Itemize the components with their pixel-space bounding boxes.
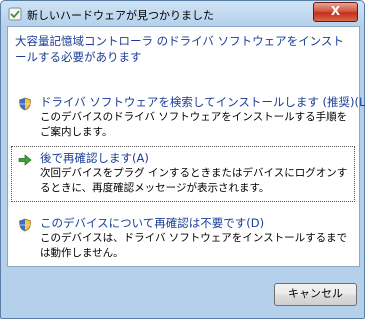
close-button[interactable]: X — [313, 2, 358, 22]
option-search-install-description: このデバイスのドライバ ソフトウェアをインストールする手順をご案内します。 — [40, 111, 348, 138]
option-ask-later[interactable]: 後で再確認します(A) 次回デバイスをプラグ インするときまたはデバイスにログオ… — [11, 146, 355, 202]
shield-icon — [19, 218, 31, 232]
window-title: 新しいハードウェアが見つかりました — [27, 9, 214, 22]
option-dont-ask-again[interactable]: このデバイスについて再確認は不要です(D) このデバイスは、ドライバ ソフトウェ… — [11, 211, 355, 265]
dialog-content: 大容量記憶域コントローラ のドライバ ソフトウェアをインストールする必要がありま… — [7, 26, 365, 267]
green-arrow-icon — [18, 154, 32, 166]
title-bar[interactable]: 新しいハードウェアが見つかりました X — [1, 1, 364, 27]
option-dont-ask-again-description: このデバイスは、ドライバ ソフトウェアをインストールするまでは動作しません。 — [40, 232, 348, 259]
option-ask-later-description: 次回デバイスをプラグ インするときまたはデバイスにログオンするときに、再度確認メ… — [40, 167, 348, 194]
dialog-footer: キャンセル — [7, 271, 358, 311]
dialog-window: 新しいハードウェアが見つかりました X 大容量記憶域コントローラ のドライバ ソ… — [0, 0, 365, 319]
option-search-install-title: ドライバ ソフトウェアを検索してインストールします (推奨)(L) — [40, 95, 365, 109]
shield-icon — [19, 97, 31, 111]
option-dont-ask-again-title: このデバイスについて再確認は不要です(D) — [40, 216, 265, 230]
option-ask-later-title: 後で再確認します(A) — [40, 151, 149, 165]
dialog-heading: 大容量記憶域コントローラ のドライバ ソフトウェアをインストールする必要がありま… — [15, 34, 344, 64]
cancel-button[interactable]: キャンセル — [274, 283, 357, 306]
hardware-wizard-icon — [8, 7, 22, 21]
option-search-install[interactable]: ドライバ ソフトウェアを検索してインストールします (推奨)(L) このデバイス… — [11, 90, 365, 144]
close-icon: X — [330, 4, 341, 18]
